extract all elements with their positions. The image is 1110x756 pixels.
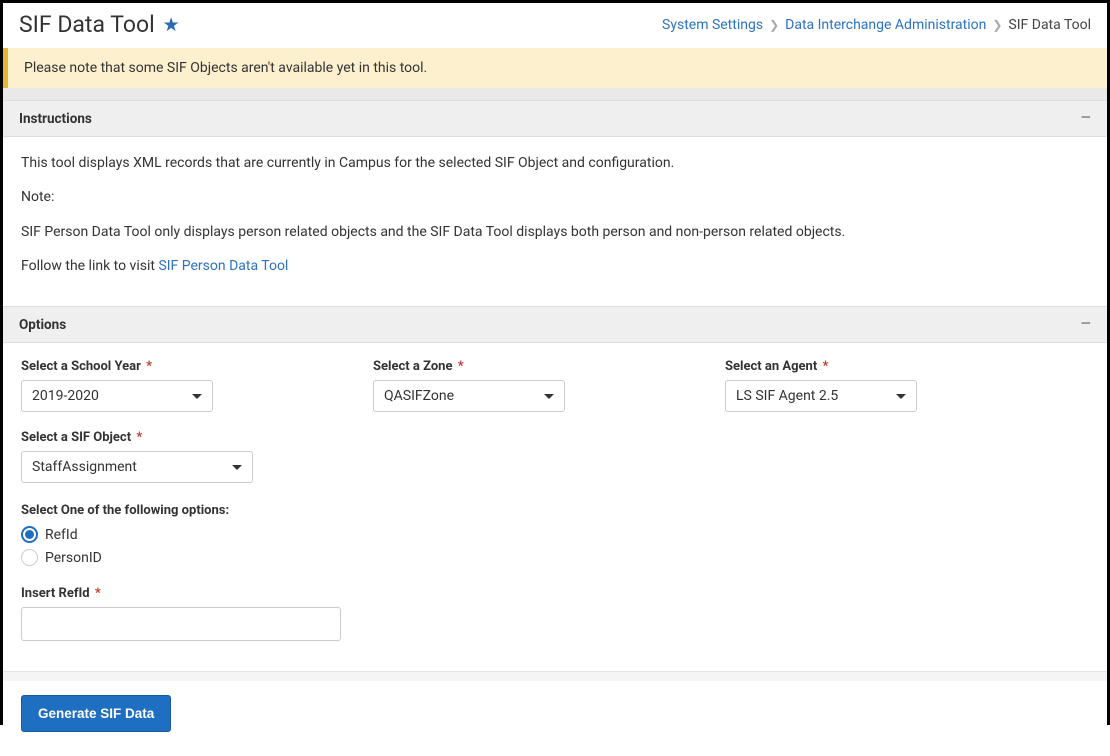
instructions-title: Instructions [19,111,92,127]
radio-personid-label: PersonID [45,550,102,566]
zone-label: Select a Zone * [373,359,565,374]
collapse-icon[interactable]: – [1080,316,1091,333]
radio-option-personid[interactable]: PersonID [21,549,1089,566]
zone-value: QASIFZone [384,388,454,404]
options-body: Select a School Year * 2019-2020 Select … [3,343,1107,671]
follow-link-paragraph: Follow the link to visit SIF Person Data… [21,256,1089,276]
breadcrumb-current: SIF Data Tool [1008,17,1091,33]
radio-refid-label: RefId [45,527,78,543]
radio-icon [21,549,38,566]
options-header[interactable]: Options – [3,306,1107,343]
follow-prefix: Follow the link to visit [21,258,158,274]
header-left: SIF Data Tool ★ [19,11,180,38]
form-row-1: Select a School Year * 2019-2020 Select … [21,359,1089,412]
required-indicator: * [458,359,464,374]
footer-divider [3,671,1107,681]
sif-person-data-tool-link[interactable]: SIF Person Data Tool [158,258,288,274]
sif-object-label: Select a SIF Object * [21,430,1089,445]
required-indicator: * [822,359,828,374]
collapse-icon[interactable]: – [1080,110,1091,127]
radio-icon [21,526,38,543]
agent-label: Select an Agent * [725,359,917,374]
school-year-field: Select a School Year * 2019-2020 [21,359,213,412]
sif-object-value: StaffAssignment [32,459,137,475]
note-label: Note: [21,187,1089,207]
favorite-star-icon[interactable]: ★ [163,13,180,36]
radio-option-refid[interactable]: RefId [21,526,1089,543]
agent-value: LS SIF Agent 2.5 [736,388,838,404]
radio-group-label: Select One of the following options: [21,503,1089,518]
footer-actions: Generate SIF Data [3,681,1107,756]
instructions-header[interactable]: Instructions – [3,100,1107,137]
school-year-value: 2019-2020 [32,388,99,404]
instructions-body: This tool displays XML records that are … [3,137,1107,306]
breadcrumb: System Settings ❯ Data Interchange Admin… [662,17,1091,33]
agent-dropdown[interactable]: LS SIF Agent 2.5 [725,380,917,412]
spacer [3,88,1107,100]
school-year-dropdown[interactable]: 2019-2020 [21,380,213,412]
agent-field: Select an Agent * LS SIF Agent 2.5 [725,359,917,412]
refid-input[interactable] [21,607,341,641]
options-title: Options [19,317,66,333]
warning-alert: Please note that some SIF Objects aren't… [3,48,1107,88]
note-text: SIF Person Data Tool only displays perso… [21,222,1089,242]
breadcrumb-link-data-interchange[interactable]: Data Interchange Administration [785,17,986,33]
alert-text: Please note that some SIF Objects aren't… [24,60,427,76]
zone-field: Select a Zone * QASIFZone [373,359,565,412]
page-header: SIF Data Tool ★ System Settings ❯ Data I… [3,3,1107,48]
breadcrumb-link-system-settings[interactable]: System Settings [662,17,763,33]
generate-sif-data-button[interactable]: Generate SIF Data [21,695,171,732]
school-year-label: Select a School Year * [21,359,213,374]
instructions-intro: This tool displays XML records that are … [21,153,1089,173]
required-indicator: * [95,586,101,601]
refid-input-label: Insert RefId * [21,586,1089,601]
zone-dropdown[interactable]: QASIFZone [373,380,565,412]
required-indicator: * [136,430,142,445]
sif-object-dropdown[interactable]: StaffAssignment [21,451,253,483]
chevron-right-icon: ❯ [992,18,1002,32]
refid-input-field: Insert RefId * [21,586,1089,641]
sif-object-field: Select a SIF Object * StaffAssignment [21,430,1089,483]
chevron-right-icon: ❯ [769,18,779,32]
page-title: SIF Data Tool [19,11,155,38]
required-indicator: * [146,359,152,374]
